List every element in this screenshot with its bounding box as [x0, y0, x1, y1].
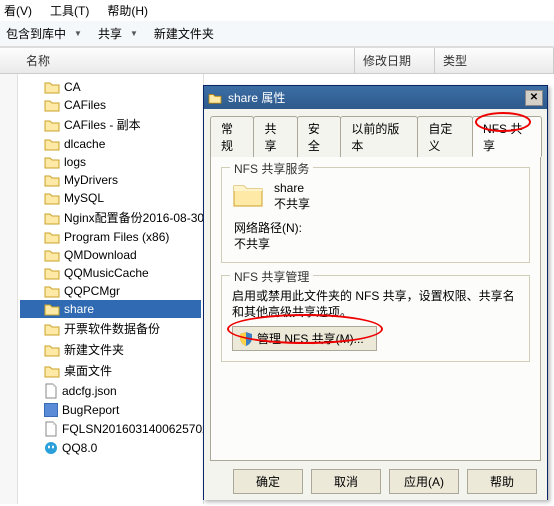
group-nfs-service: NFS 共享服务 share 不共享 网络路径(N): 不共享 [221, 167, 530, 263]
tree-item[interactable]: FQLSN201603140062570201605 [20, 419, 201, 439]
toolbar-new-folder[interactable]: 新建文件夹 [154, 25, 214, 42]
dialog-buttons: 确定 取消 应用(A) 帮助 [210, 461, 541, 494]
tree-item-label: CAFiles [64, 98, 106, 112]
tree-item-label: CAFiles - 副本 [64, 116, 141, 133]
tree-item-label: 新建文件夹 [64, 341, 124, 358]
tree-item-label: QQMusicCache [64, 266, 149, 280]
folder-tree: CA CAFiles CAFiles - 副本 dlcache logs MyDriver… [18, 74, 204, 504]
tree-item-label: adcfg.json [62, 384, 117, 398]
tree-item-label: 桌面文件 [64, 362, 112, 379]
shield-icon [239, 332, 253, 346]
toolbar: 包含到库中 共享 新建文件夹 [0, 21, 554, 47]
tree-item[interactable]: 桌面文件 [20, 360, 201, 381]
tree-item[interactable]: share [20, 300, 201, 318]
tree-item-label: Program Files (x86) [64, 230, 169, 244]
tree-item-label: FQLSN201603140062570201605 [62, 422, 204, 436]
manage-description: 启用或禁用此文件夹的 NFS 共享，设置权限、共享名和其他高级共享选项。 [232, 288, 519, 320]
tree-item-label: QMDownload [64, 248, 137, 262]
tree-item[interactable]: MyDrivers [20, 171, 201, 189]
toolbar-share[interactable]: 共享 [98, 25, 138, 42]
tree-item[interactable]: QQ8.0 [20, 439, 201, 457]
share-status: 不共享 [274, 196, 310, 212]
manage-nfs-button[interactable]: 管理 NFS 共享(M)... [232, 326, 377, 351]
tab-3[interactable]: 以前的版本 [340, 116, 418, 157]
ok-button[interactable]: 确定 [233, 469, 303, 494]
tree-item[interactable]: dlcache [20, 135, 201, 153]
tree-item[interactable]: logs [20, 153, 201, 171]
tab-strip: 常规共享安全以前的版本自定义NFS 共享 [210, 115, 541, 157]
group-title-manage: NFS 共享管理 [230, 268, 313, 285]
tree-item[interactable]: QMDownload [20, 246, 201, 264]
tree-item-label: share [64, 302, 94, 316]
menu-bar: 看(V) 工具(T) 帮助(H) [0, 0, 554, 21]
column-type[interactable]: 类型 [435, 48, 554, 73]
folder-icon [232, 180, 264, 208]
tree-item-label: logs [64, 155, 86, 169]
dialog-title: share 属性 [228, 89, 285, 106]
tree-item[interactable]: CAFiles - 副本 [20, 114, 201, 135]
group-nfs-manage: NFS 共享管理 启用或禁用此文件夹的 NFS 共享，设置权限、共享名和其他高级… [221, 275, 530, 362]
manage-nfs-label: 管理 NFS 共享(M)... [257, 330, 364, 347]
share-name: share [274, 180, 310, 196]
tree-item-label: BugReport [62, 403, 119, 417]
group-title-service: NFS 共享服务 [230, 160, 313, 177]
columns-header: 名称 修改日期 类型 [0, 47, 554, 74]
tree-item[interactable]: QQPCMgr [20, 282, 201, 300]
tree-item-label: MyDrivers [64, 173, 118, 187]
tree-item[interactable]: CAFiles [20, 96, 201, 114]
toolbar-include-library[interactable]: 包含到库中 [6, 25, 82, 42]
tab-5[interactable]: NFS 共享 [472, 116, 542, 157]
tree-item-label: CA [64, 80, 81, 94]
help-button[interactable]: 帮助 [467, 469, 537, 494]
tree-item-label: QQPCMgr [64, 284, 120, 298]
folder-icon [208, 92, 222, 104]
column-date[interactable]: 修改日期 [355, 48, 435, 73]
menu-tools[interactable]: 工具(T) [50, 2, 89, 19]
tree-item[interactable]: Nginx配置备份2016-08-30 [20, 207, 201, 228]
tree-item[interactable]: QQMusicCache [20, 264, 201, 282]
tab-1[interactable]: 共享 [253, 116, 297, 157]
tree-item[interactable]: BugReport [20, 401, 201, 419]
tree-item-label: dlcache [64, 137, 105, 151]
menu-view[interactable]: 看(V) [4, 2, 32, 19]
tab-4[interactable]: 自定义 [417, 116, 473, 157]
menu-help[interactable]: 帮助(H) [107, 2, 148, 19]
dialog-body: 常规共享安全以前的版本自定义NFS 共享 NFS 共享服务 share 不共享 … [204, 109, 547, 500]
tree-item[interactable]: Program Files (x86) [20, 228, 201, 246]
tree-item-label: 开票软件数据备份 [64, 320, 160, 337]
tree-item[interactable]: CA [20, 78, 201, 96]
tree-item-label: QQ8.0 [62, 441, 97, 455]
tree-item[interactable]: MySQL [20, 189, 201, 207]
close-icon[interactable]: ✕ [525, 90, 543, 106]
dialog-titlebar[interactable]: share 属性 ✕ [204, 86, 547, 109]
tab-0[interactable]: 常规 [210, 116, 254, 157]
cancel-button[interactable]: 取消 [311, 469, 381, 494]
tab-2[interactable]: 安全 [297, 116, 341, 157]
tree-item[interactable]: adcfg.json [20, 381, 201, 401]
column-name[interactable]: 名称 [0, 48, 355, 73]
tree-item[interactable]: 新建文件夹 [20, 339, 201, 360]
tree-item-label: MySQL [64, 191, 104, 205]
tree-item-label: Nginx配置备份2016-08-30 [64, 209, 204, 226]
properties-dialog: share 属性 ✕ 常规共享安全以前的版本自定义NFS 共享 NFS 共享服务… [203, 85, 548, 500]
nav-pane [0, 74, 18, 504]
network-path-label: 网络路径(N): [234, 220, 519, 236]
tree-item[interactable]: 开票软件数据备份 [20, 318, 201, 339]
tab-panel-nfs: NFS 共享服务 share 不共享 网络路径(N): 不共享 NFS 共享管理… [210, 157, 541, 461]
network-path-value: 不共享 [234, 236, 519, 252]
apply-button[interactable]: 应用(A) [389, 469, 459, 494]
